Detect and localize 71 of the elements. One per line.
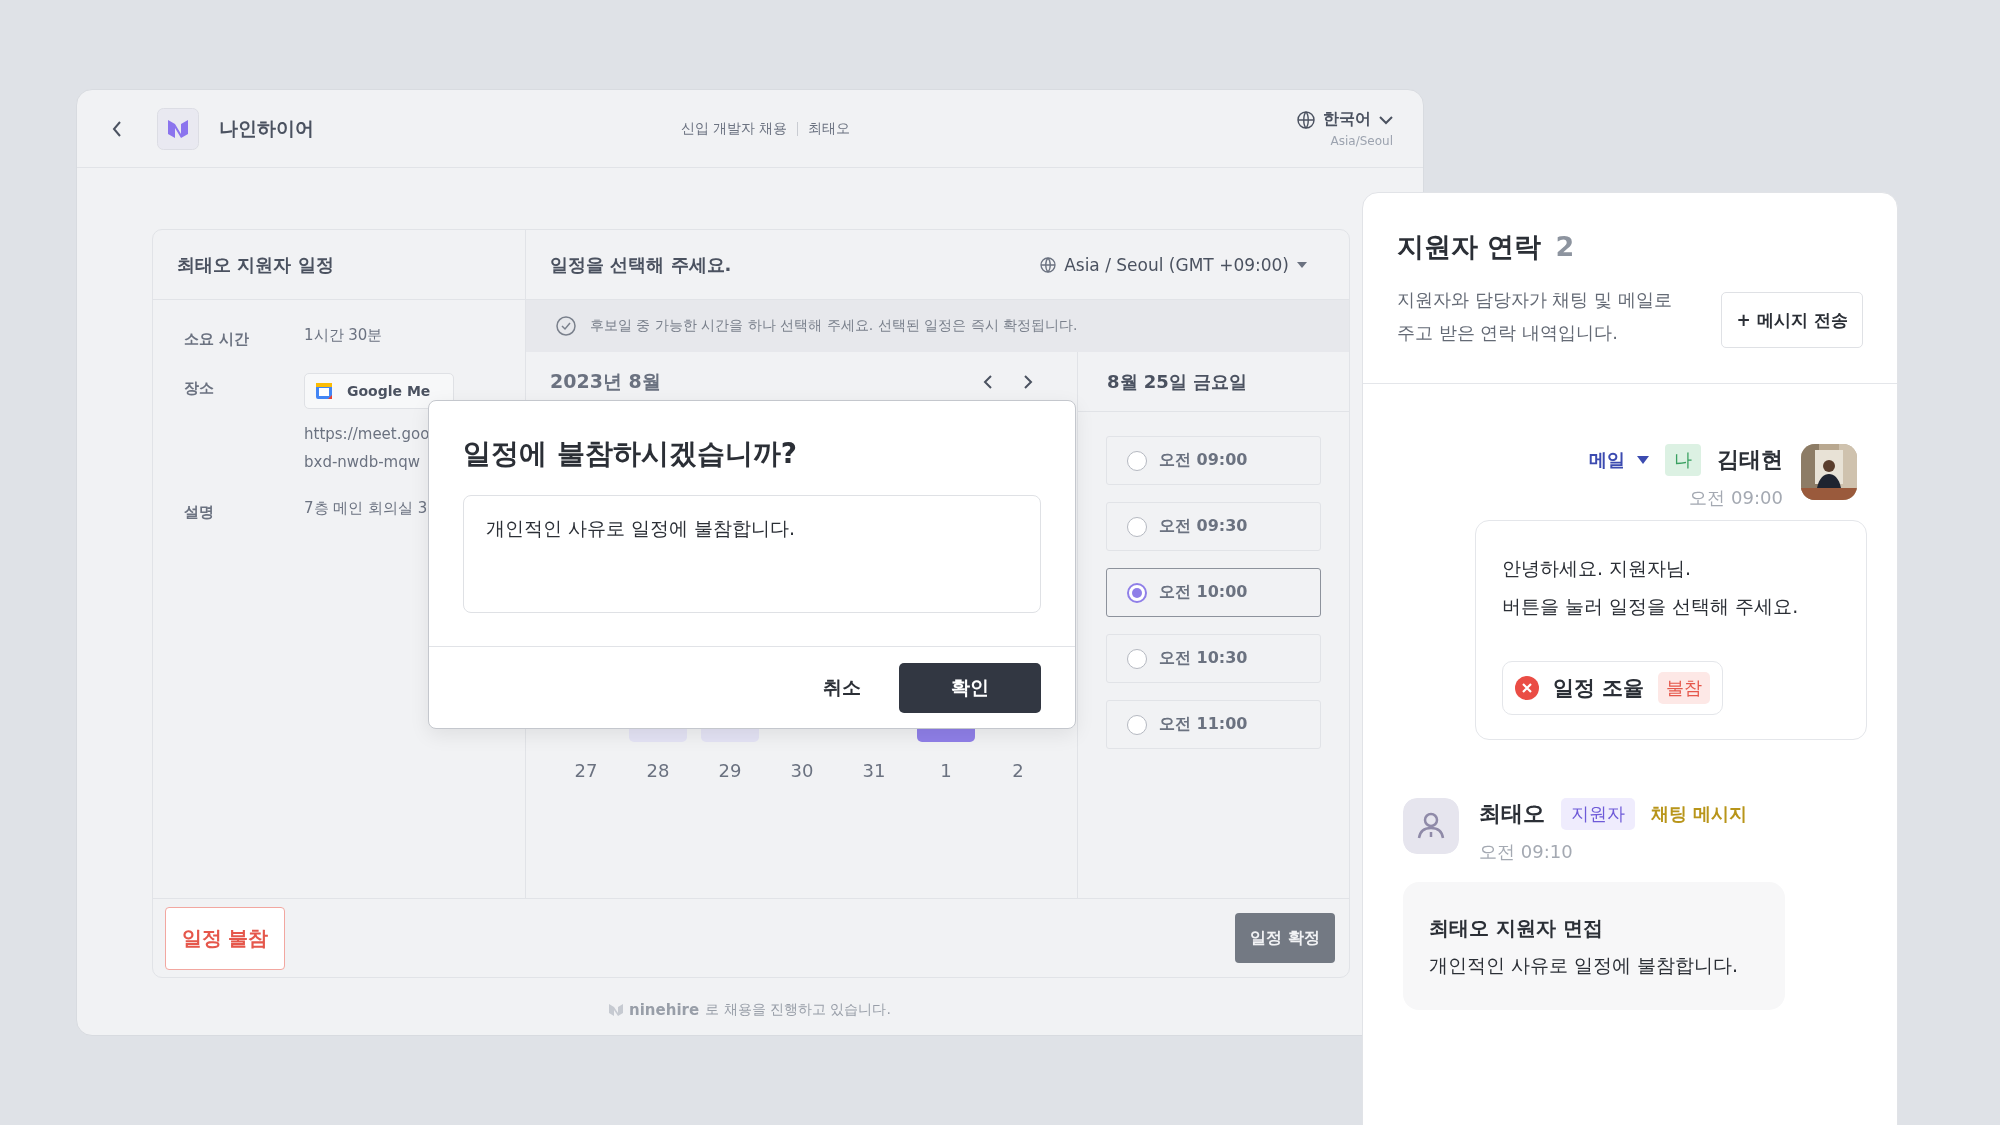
confirm-button[interactable]: 일정 확정 bbox=[1235, 913, 1335, 963]
globe-icon bbox=[1297, 110, 1315, 129]
calendar-icon bbox=[315, 382, 333, 400]
chip-label: 일정 조율 bbox=[1553, 675, 1645, 702]
message-time: 오전 09:10 bbox=[1479, 840, 1574, 864]
timezone-label: Asia/Seoul bbox=[1330, 134, 1393, 148]
breadcrumb-item: 신입 개발자 채용 bbox=[680, 119, 788, 138]
footer-text: 로 채용을 진행하고 있습니다. bbox=[705, 1001, 891, 1019]
calendar-date[interactable]: 2 bbox=[982, 760, 1054, 781]
notice-text: 후보일 중 가능한 시간을 하나 선택해 주세요. 선택된 일정은 즉시 확정됩니다. bbox=[590, 317, 1078, 335]
contact-count: 2 bbox=[1555, 231, 1575, 262]
cancel-button[interactable]: 취소 bbox=[811, 666, 873, 709]
message-text: 개인적인 사유로 일정에 불참합니다. bbox=[1429, 953, 1740, 978]
time-slot[interactable]: 오전 11:00 bbox=[1106, 700, 1321, 749]
calendar-date[interactable]: 29 bbox=[694, 760, 766, 781]
send-message-button[interactable]: + 메시지 전송 bbox=[1721, 292, 1863, 348]
logo-icon bbox=[609, 1004, 624, 1016]
dialog-title: 일정에 불참하시겠습니까? bbox=[462, 436, 798, 472]
calendar-date[interactable]: 1 bbox=[910, 760, 982, 781]
status-badge: 불참 bbox=[1658, 672, 1711, 704]
calendar-date[interactable]: 27 bbox=[550, 760, 622, 781]
back-icon bbox=[111, 119, 123, 138]
close-circle-icon bbox=[1515, 676, 1539, 700]
brand-name: ninehire bbox=[629, 1001, 700, 1019]
detail-value: 7층 메인 회의실 3 bbox=[304, 498, 428, 519]
reason-field[interactable]: 개인적인 사유로 일정에 불참합니다. bbox=[463, 495, 1041, 613]
message-time: 오전 09:00 bbox=[1689, 486, 1783, 510]
sender-name: 김태현 bbox=[1717, 446, 1783, 474]
check-circle-icon bbox=[556, 316, 576, 336]
month-title: 2023년 8월 bbox=[550, 369, 661, 394]
calendar-date[interactable]: 31 bbox=[838, 760, 910, 781]
calendar-date[interactable]: 28 bbox=[622, 760, 694, 781]
detail-value: 1시간 30분 bbox=[304, 325, 383, 346]
channel-dropdown[interactable]: 메일 bbox=[1589, 448, 1649, 472]
message-subject: 최태오 지원자 면접 bbox=[1429, 915, 1604, 942]
time-slot[interactable]: 오전 09:30 bbox=[1106, 502, 1321, 551]
time-slot[interactable]: 오전 09:00 bbox=[1106, 436, 1321, 485]
timezone-select[interactable]: Asia / Seoul (GMT +09:00) bbox=[1040, 254, 1307, 275]
message-text: 안녕하세요. 지원자님. bbox=[1502, 556, 1693, 581]
sender-name: 최태오 bbox=[1479, 800, 1545, 828]
caret-icon bbox=[1297, 261, 1307, 268]
message-text: 버튼을 눌러 일정을 선택해 주세요. bbox=[1502, 594, 1800, 619]
previous-month-button[interactable] bbox=[983, 374, 993, 390]
role-badge: 지원자 bbox=[1561, 798, 1635, 830]
panel-description: 지원자와 담당자가 채팅 및 메일로 주고 받은 연락 내역입니다. bbox=[1397, 288, 1673, 345]
caret-icon bbox=[1637, 456, 1649, 464]
chip-label: Google Me bbox=[347, 383, 431, 399]
schedule-chip[interactable]: 일정 조율 불참 bbox=[1502, 661, 1724, 715]
time-slot[interactable]: 오전 10:30 bbox=[1106, 634, 1321, 683]
ok-button[interactable]: 확인 bbox=[899, 662, 1041, 713]
logo-icon bbox=[157, 107, 199, 150]
chevron-down-icon bbox=[1379, 114, 1393, 125]
brand-name: 나인하이어 bbox=[219, 115, 314, 141]
user-avatar-icon bbox=[1403, 798, 1459, 854]
breadcrumb-item: 최태오 bbox=[808, 119, 851, 138]
me-badge: 나 bbox=[1665, 444, 1701, 476]
channel-label: 채팅 메시지 bbox=[1651, 802, 1748, 826]
language-selector[interactable]: 한국어 bbox=[1297, 109, 1393, 130]
globe-icon bbox=[1040, 256, 1057, 273]
day-title: 8월 25일 금요일 bbox=[1107, 369, 1248, 394]
detail-label: 설명 bbox=[184, 502, 215, 522]
calendar-date[interactable]: 30 bbox=[766, 760, 838, 781]
panel-title: 일정을 선택해 주세요. bbox=[550, 252, 732, 277]
detail-label: 소요 시간 bbox=[184, 329, 251, 349]
panel-title: 최태오 지원자 일정 bbox=[177, 252, 334, 277]
time-slot[interactable]: 오전 10:00 bbox=[1106, 568, 1321, 617]
decline-button[interactable]: 일정 불참 bbox=[165, 906, 285, 970]
panel-title: 지원자 연락 bbox=[1397, 230, 1542, 264]
detail-label: 장소 bbox=[184, 378, 215, 399]
next-month-button[interactable] bbox=[1023, 374, 1033, 390]
meeting-chip[interactable]: Google Me bbox=[304, 373, 454, 409]
